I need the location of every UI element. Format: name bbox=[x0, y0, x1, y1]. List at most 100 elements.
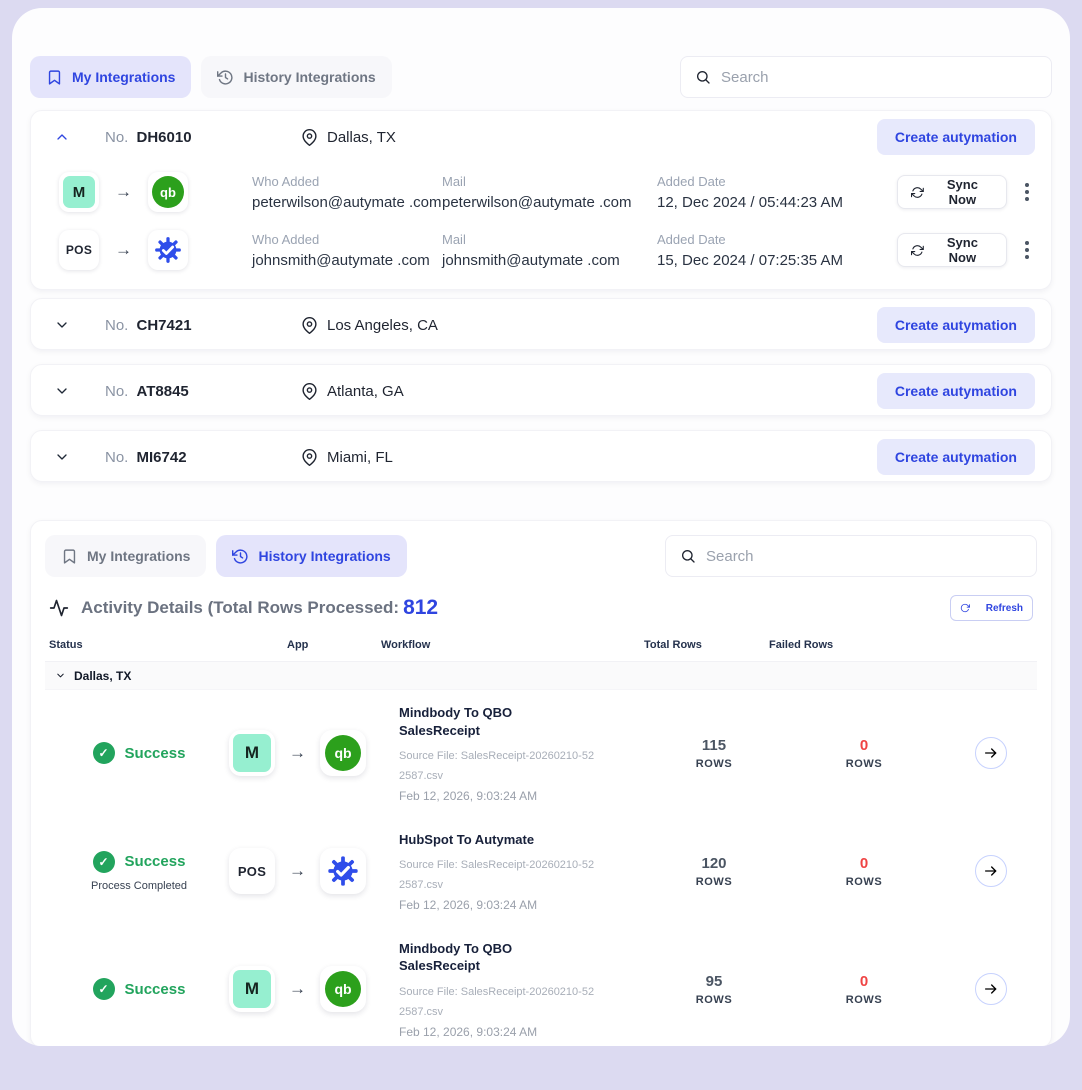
failed-rows-cell: 0 ROWS bbox=[779, 855, 949, 888]
tab-history-integrations[interactable]: History Integrations bbox=[201, 56, 392, 98]
activity-icon bbox=[49, 599, 69, 617]
failed-rows-value: 0 bbox=[859, 854, 869, 872]
column-header-app: App bbox=[287, 639, 309, 651]
sync-icon bbox=[911, 244, 924, 256]
rows-unit: ROWS bbox=[695, 757, 733, 770]
top-toolbar: My Integrations History Integrations bbox=[30, 56, 1052, 98]
workflow-date: Feb 12, 2026, 9:03:24 AM bbox=[399, 897, 538, 912]
pos-icon: POS bbox=[59, 230, 99, 270]
integration-location: Los Angeles, CA bbox=[301, 317, 438, 334]
rows-unit: ROWS bbox=[845, 875, 883, 888]
added-date-field: Added Date 15, Dec 2024 / 07:25:35 AM bbox=[657, 232, 897, 269]
chevron-down-icon[interactable] bbox=[47, 383, 77, 399]
location-text: Dallas, TX bbox=[327, 128, 396, 146]
mail-label: Mail bbox=[442, 231, 466, 247]
tab-my-integrations[interactable]: My Integrations bbox=[30, 56, 192, 98]
row-details-button[interactable] bbox=[975, 737, 1007, 770]
search-input[interactable] bbox=[721, 68, 1037, 86]
create-autymation-button[interactable]: Create autymation bbox=[876, 373, 1035, 409]
rows-unit: ROWS bbox=[695, 875, 733, 888]
mindbody-icon: M bbox=[59, 172, 99, 212]
create-autymation-button[interactable]: Create autymation bbox=[876, 307, 1035, 343]
chevron-down-icon[interactable] bbox=[47, 449, 77, 465]
who-added-value: peterwilson@autymate .com bbox=[252, 193, 442, 211]
location-text: Los Angeles, CA bbox=[327, 316, 438, 334]
tab-history-integrations[interactable]: History Integrations bbox=[216, 535, 407, 577]
pos-icon: POS bbox=[229, 848, 275, 895]
integration-number: No. CH7421 bbox=[105, 317, 301, 334]
more-options-icon[interactable] bbox=[1019, 177, 1035, 207]
create-autymation-button[interactable]: Create autymation bbox=[876, 439, 1035, 475]
total-rows-value: 120 bbox=[701, 854, 727, 872]
activity-title: Activity Details (Total Rows Processed: bbox=[81, 598, 400, 617]
more-options-icon[interactable] bbox=[1019, 235, 1035, 265]
refresh-button[interactable]: Refresh bbox=[949, 595, 1033, 621]
total-rows-cell: 95 ROWS bbox=[649, 973, 779, 1006]
quickbooks-icon: qb bbox=[320, 730, 366, 777]
number-label: No. bbox=[105, 448, 129, 466]
location-text: Atlanta, GA bbox=[327, 382, 404, 400]
workflow-source-file: Source File: SalesReceipt-20260210-52258… bbox=[399, 859, 595, 892]
group-label: Dallas, TX bbox=[74, 668, 132, 683]
pos-letters: POS bbox=[65, 243, 93, 257]
number-value: CH7421 bbox=[136, 316, 192, 334]
status-cell: ✓ Success bbox=[49, 978, 229, 1001]
table-row: ✓ Success Process Completed POS → HubSpo… bbox=[45, 817, 1037, 926]
workflow-date: Feb 12, 2026, 9:03:24 AM bbox=[399, 788, 538, 803]
history-icon bbox=[217, 69, 234, 85]
workflow-source-file: Source File: SalesReceipt-20260210-52258… bbox=[399, 750, 595, 782]
workflow-cell: Mindbody To QBO SalesReceipt Source File… bbox=[399, 690, 649, 817]
integration-card-expanded: No. DH6010 Dallas, TX Create autymation … bbox=[30, 110, 1052, 290]
location-text: Miami, FL bbox=[327, 448, 393, 466]
sync-now-button[interactable]: Sync Now bbox=[897, 175, 1007, 209]
arrow-right-icon: → bbox=[289, 861, 306, 881]
mindbody-letter: M bbox=[233, 734, 271, 773]
details-cell bbox=[949, 737, 1033, 770]
arrow-right-icon bbox=[985, 866, 997, 876]
table-header: Status App Workflow Total Rows Failed Ro… bbox=[45, 639, 1037, 662]
integration-card-collapsed: No. CH7421 Los Angeles, CA Create autyma… bbox=[30, 298, 1052, 350]
column-header-workflow: Workflow bbox=[381, 639, 431, 651]
chevron-up-icon[interactable] bbox=[47, 129, 77, 145]
location-pin-icon bbox=[302, 128, 317, 146]
create-autymation-button[interactable]: Create autymation bbox=[876, 119, 1035, 155]
rows-unit: ROWS bbox=[695, 993, 733, 1006]
workflow-cell: Mindbody To QBO SalesReceipt Source File… bbox=[399, 926, 649, 1046]
location-pin-icon bbox=[302, 382, 317, 400]
row-details-button[interactable] bbox=[975, 973, 1007, 1006]
sync-now-button[interactable]: Sync Now bbox=[897, 233, 1007, 267]
workflow-cell: HubSpot To Autymate Source File: SalesRe… bbox=[399, 817, 649, 926]
location-pin-icon bbox=[302, 316, 317, 334]
workflow-source-file: Source File: SalesReceipt-20260210-52258… bbox=[399, 985, 595, 1018]
integration-header[interactable]: No. DH6010 Dallas, TX Create autymation bbox=[31, 111, 1051, 163]
pos-letters: POS bbox=[237, 863, 267, 879]
workflow-title: Mindbody To QBO SalesReceipt bbox=[399, 940, 513, 974]
added-date-value: 15, Dec 2024 / 07:25:35 AM bbox=[657, 251, 843, 269]
row-details-button[interactable] bbox=[975, 855, 1007, 888]
table-row: ✓ Success M → qb Mindbody To QBO SalesRe… bbox=[45, 926, 1037, 1046]
arrow-right-icon bbox=[985, 984, 997, 994]
tab-my-integrations[interactable]: My Integrations bbox=[45, 535, 207, 577]
success-check-icon: ✓ bbox=[92, 742, 115, 765]
added-date-value: 12, Dec 2024 / 05:44:23 AM bbox=[657, 193, 843, 211]
total-rows-cell: 120 ROWS bbox=[649, 855, 779, 888]
search-icon bbox=[682, 550, 695, 563]
total-rows-cell: 115 ROWS bbox=[649, 737, 779, 770]
sync-icon bbox=[911, 186, 924, 198]
search-input[interactable] bbox=[706, 547, 1022, 565]
integration-header[interactable]: No. CH7421 Los Angeles, CA Create autyma… bbox=[31, 299, 1051, 351]
total-rows-processed: 812 bbox=[403, 596, 439, 619]
arrow-right-icon: → bbox=[115, 182, 132, 201]
group-row-dallas[interactable]: Dallas, TX bbox=[45, 662, 1037, 690]
status-text: Success bbox=[124, 980, 186, 998]
added-date-field: Added Date 12, Dec 2024 / 05:44:23 AM bbox=[657, 174, 897, 211]
sync-label: Sync Now bbox=[946, 177, 978, 207]
location-pin-icon bbox=[302, 448, 317, 466]
details-cell bbox=[949, 855, 1033, 888]
history-search bbox=[665, 535, 1037, 577]
integration-header[interactable]: No. MI6742 Miami, FL Create autymation bbox=[31, 431, 1051, 483]
integration-card-collapsed: No. MI6742 Miami, FL Create autymation bbox=[30, 430, 1052, 482]
integration-header[interactable]: No. AT8845 Atlanta, GA Create autymation bbox=[31, 365, 1051, 417]
added-date-label: Added Date bbox=[657, 231, 726, 247]
chevron-down-icon[interactable] bbox=[47, 317, 77, 333]
